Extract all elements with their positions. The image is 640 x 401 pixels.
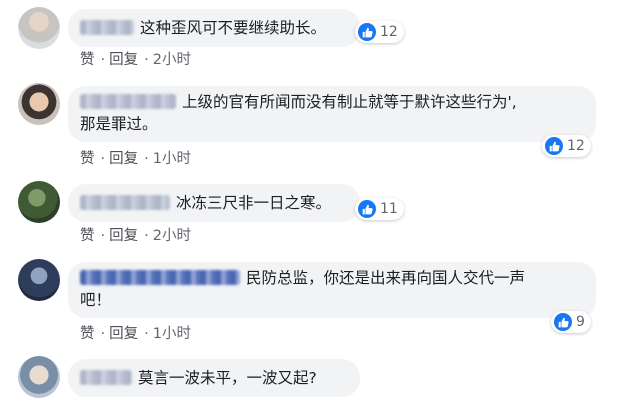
like-link[interactable]: 赞 — [80, 326, 95, 342]
author-name-blurred[interactable] — [80, 270, 240, 285]
comment-bubble: 民防总监，你还是出来再向国人交代一声 吧！ — [68, 262, 596, 318]
comment-text: 莫言一波未平，一波又起? — [138, 369, 317, 387]
like-count: 11 — [380, 201, 398, 217]
avatar[interactable] — [18, 83, 60, 125]
timestamp[interactable]: 2小时 — [153, 52, 191, 68]
author-name-blurred[interactable] — [80, 370, 132, 385]
thumbs-up-icon — [554, 313, 572, 331]
reply-link[interactable]: 回复 — [109, 52, 138, 68]
like-link[interactable]: 赞 — [80, 151, 95, 167]
author-name-blurred[interactable] — [80, 20, 134, 35]
comment-text-line1: 上级的官有所闻而没有制止就等于默许这些行为', — [182, 93, 517, 111]
comment-text: 冰冻三尺非一日之寒。 — [176, 194, 332, 212]
comment-bubble: 这种歪风可不要继续助长。 — [68, 9, 360, 47]
comment-text: 这种歪风可不要继续助长。 — [140, 19, 327, 37]
timestamp[interactable]: 2小时 — [153, 228, 191, 244]
timestamp[interactable]: 1小时 — [153, 151, 191, 167]
comment-text-line2: 那是罪过。 — [80, 115, 158, 133]
like-count: 9 — [576, 314, 585, 330]
author-name-blurred[interactable] — [80, 195, 170, 210]
thumbs-up-icon — [545, 137, 563, 155]
avatar[interactable] — [18, 259, 60, 301]
like-link[interactable]: 赞 — [80, 228, 95, 244]
reaction-count[interactable]: 12 — [542, 135, 591, 157]
comment-bubble: 莫言一波未平，一波又起? — [68, 359, 360, 397]
reaction-count[interactable]: 11 — [355, 198, 404, 220]
thumbs-up-icon — [358, 200, 376, 218]
like-count: 12 — [380, 24, 398, 40]
like-link[interactable]: 赞 — [80, 52, 95, 68]
reaction-count[interactable]: 12 — [355, 21, 404, 43]
author-name-blurred[interactable] — [80, 94, 176, 109]
reaction-count[interactable]: 9 — [551, 311, 591, 333]
reply-link[interactable]: 回复 — [109, 326, 138, 342]
comment-actions: 赞 · 回复 · 1小时 — [80, 326, 191, 342]
comment-bubble: 上级的官有所闻而没有制止就等于默许这些行为', 那是罪过。 — [68, 86, 596, 142]
comment-actions: 赞 · 回复 · 1小时 — [80, 151, 191, 167]
comment-text-line2: 吧！ — [80, 291, 112, 309]
like-count: 12 — [567, 138, 585, 154]
avatar[interactable] — [18, 7, 60, 49]
thumbs-up-icon — [358, 23, 376, 41]
reply-link[interactable]: 回复 — [109, 151, 138, 167]
reply-link[interactable]: 回复 — [109, 228, 138, 244]
comment-actions: 赞 · 回复 · 2小时 — [80, 228, 191, 244]
timestamp[interactable]: 1小时 — [153, 326, 191, 342]
comment-actions: 赞 · 回复 · 2小时 — [80, 52, 191, 68]
avatar[interactable] — [18, 181, 60, 223]
avatar[interactable] — [18, 356, 60, 398]
comment-text-line1: 民防总监，你还是出来再向国人交代一声 — [246, 269, 526, 287]
comment-bubble: 冰冻三尺非一日之寒。 — [68, 184, 360, 222]
